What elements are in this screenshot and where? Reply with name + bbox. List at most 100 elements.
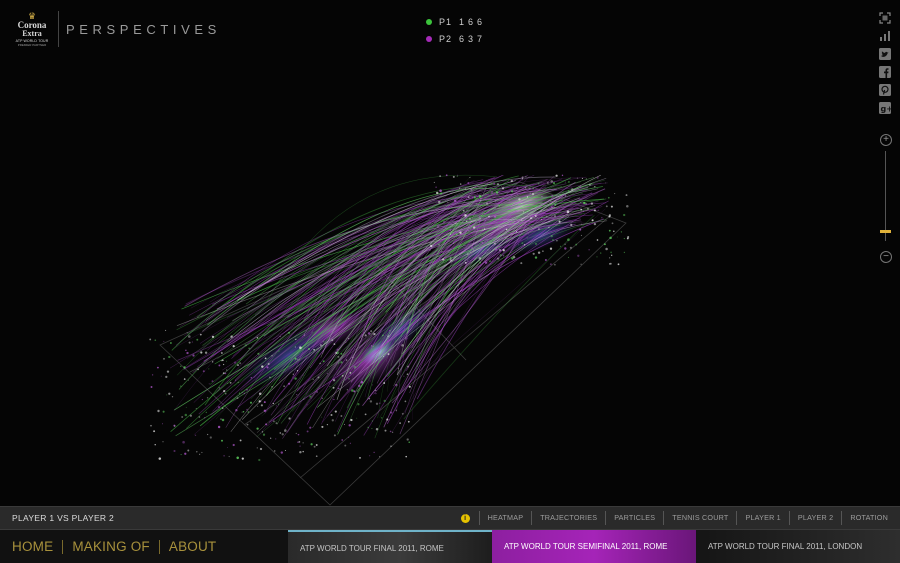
trajectory-visualization[interactable] [0, 0, 900, 506]
particle [208, 383, 210, 385]
zoom-out-button[interactable]: − [880, 251, 892, 263]
particle [459, 187, 461, 189]
chart-icon[interactable] [879, 30, 891, 42]
twitter-icon[interactable] [879, 48, 891, 60]
particle [401, 344, 404, 347]
particle [246, 408, 249, 411]
particle [609, 236, 612, 240]
particle [269, 376, 271, 379]
particle [558, 220, 561, 223]
particle [322, 360, 325, 363]
particle [273, 450, 276, 452]
nav-about[interactable]: ABOUT [169, 539, 217, 554]
particle [151, 374, 154, 376]
particle [516, 187, 519, 190]
particle [316, 391, 319, 393]
info-icon[interactable]: i [460, 513, 470, 523]
particle [554, 203, 557, 206]
zoom-slider-thumb[interactable] [880, 230, 891, 234]
particle [502, 249, 505, 252]
nav-making-of[interactable]: MAKING OF [72, 539, 150, 554]
particle [439, 189, 442, 192]
toggle-particles[interactable]: PARTICLES [605, 511, 663, 525]
particle [149, 338, 152, 341]
particle [273, 420, 275, 423]
particle [579, 186, 582, 188]
pinterest-icon[interactable] [879, 84, 891, 96]
nav-home[interactable]: HOME [12, 539, 53, 554]
particle [435, 234, 437, 236]
particle [370, 345, 373, 347]
particle [340, 361, 343, 364]
particle [430, 244, 433, 248]
toggle-trajectories[interactable]: TRAJECTORIES [531, 511, 605, 525]
particle [470, 188, 473, 191]
particle [281, 433, 284, 436]
particle [163, 357, 165, 360]
tour-card-semifinal-rome[interactable]: ATP WORLD TOUR SEMIFINAL 2011, ROME [492, 530, 696, 563]
particle [336, 348, 339, 351]
toggle-tennis-court[interactable]: TENNIS COURT [663, 511, 736, 525]
particle [534, 214, 537, 217]
particle [403, 375, 405, 377]
particle [221, 407, 224, 409]
particle [462, 209, 465, 212]
particle [275, 422, 278, 425]
particle [348, 424, 351, 427]
particle [569, 246, 572, 249]
particle [246, 388, 248, 391]
particle [567, 190, 570, 192]
particle [249, 401, 253, 404]
particle [608, 215, 611, 218]
particle [188, 335, 191, 338]
particle [173, 449, 176, 453]
google-plus-icon[interactable]: g+ [879, 102, 891, 114]
zoom-slider-track[interactable] [885, 151, 886, 241]
toggle-player-1[interactable]: PLAYER 1 [736, 511, 788, 525]
particle [326, 423, 329, 426]
particle [208, 368, 210, 370]
particle [198, 416, 201, 418]
toggle-heatmap[interactable]: HEATMAP [478, 511, 532, 525]
particle [241, 411, 243, 413]
zoom-in-button[interactable]: + [880, 134, 892, 146]
particle [349, 372, 352, 374]
facebook-icon[interactable] [879, 66, 891, 78]
tour-card-final-london[interactable]: ATP WORLD TOUR FINAL 2011, LONDON [696, 530, 900, 563]
particle [185, 406, 187, 408]
particle [498, 249, 502, 252]
particle [321, 416, 323, 418]
tour-card-final-rome[interactable]: ATP WORLD TOUR FINAL 2011, ROME [288, 530, 492, 563]
particle [261, 365, 264, 368]
particle [390, 445, 392, 447]
particle [153, 430, 156, 433]
fullscreen-icon[interactable] [879, 12, 891, 24]
particle [375, 428, 379, 431]
particle [185, 349, 187, 351]
particle [348, 436, 350, 438]
particle [540, 218, 543, 221]
toggle-rotation[interactable]: ROTATION [841, 511, 896, 525]
particle [244, 344, 247, 347]
visualization-stage[interactable]: ♛ Corona Extra ATP WORLD TOUR PREMIER PA… [0, 0, 900, 506]
particle [469, 177, 471, 179]
particle [306, 430, 309, 433]
corona-logo[interactable]: ♛ Corona Extra ATP WORLD TOUR PREMIER PA… [10, 10, 54, 48]
particle [505, 228, 508, 231]
particle [581, 177, 583, 179]
particle [492, 238, 494, 240]
particle [200, 351, 203, 354]
trajectory-lines [169, 174, 609, 439]
particle [435, 191, 439, 195]
p1-label: P1 [439, 16, 453, 27]
particle [537, 182, 540, 185]
particle [194, 434, 197, 436]
particle [160, 375, 162, 377]
particle [154, 444, 156, 446]
particle [312, 378, 314, 380]
toggle-player-2[interactable]: PLAYER 2 [788, 511, 841, 525]
particle [182, 440, 185, 444]
particle [471, 247, 474, 250]
particle [623, 238, 625, 240]
particle [166, 370, 170, 373]
